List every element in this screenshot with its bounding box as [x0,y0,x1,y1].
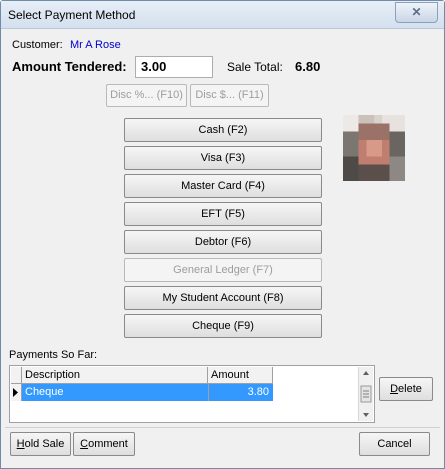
sale-total-label: Sale Total: [227,60,283,74]
hold-hotkey: H [16,438,25,450]
table-scrollbar[interactable] [358,367,373,421]
hold-sale-button[interactable]: Hold Sale [10,432,71,456]
close-button[interactable]: ✕ [395,2,438,23]
table-row-amount[interactable]: 3.80 [208,384,273,401]
comment-button[interactable]: Comment [73,432,135,456]
disc-percent-button[interactable]: Disc %... (F10) [106,84,187,107]
dialog-body: Customer: Mr A Rose Amount Tendered: 3.0… [5,29,440,463]
column-header-description[interactable]: Description [22,367,208,384]
row-header-corner [11,367,22,384]
scrollbar-arrows-icon [360,371,372,417]
customer-photo [343,115,405,181]
cancel-button[interactable]: Cancel [359,432,430,456]
debtor-button[interactable]: Debtor (F6) [124,230,322,254]
comment-label: omment [88,438,128,450]
customer-label: Customer: [12,39,63,51]
table-row-description[interactable]: Cheque [22,384,208,401]
payment-dialog: Select Payment Method ✕ Customer: Mr A R… [0,0,445,469]
visa-button[interactable]: Visa (F3) [124,146,322,170]
cash-button[interactable]: Cash (F2) [124,118,322,142]
payments-table: Description Amount Cheque 3.80 [9,365,375,423]
amount-tendered-value[interactable]: 3.00 [141,59,166,74]
delete-button[interactable]: Delete [379,377,433,401]
delete-label: elete [398,383,422,395]
cheque-button[interactable]: Cheque (F9) [124,314,322,338]
window-title: Select Payment Method [8,8,136,22]
comment-hotkey: C [80,438,89,450]
divider [5,427,440,428]
current-row-arrow-icon [13,388,18,397]
title-bar: Select Payment Method ✕ [1,1,444,29]
disc-amount-button[interactable]: Disc $... (F11) [190,84,269,107]
amount-tendered-input[interactable]: 3.00 [135,56,213,78]
row-selector[interactable] [11,384,22,401]
master-card-button[interactable]: Master Card (F4) [124,174,322,198]
general-ledger-button[interactable]: General Ledger (F7) [124,258,322,282]
hold-label: old Sale [24,438,65,450]
amount-tendered-label: Amount Tendered: [12,59,127,74]
payments-so-far-label: Payments So Far: [9,349,98,361]
customer-name: Mr A Rose [70,39,121,51]
delete-hotkey: D [390,383,399,395]
sale-total-value: 6.80 [295,59,321,74]
close-icon[interactable]: ✕ [411,5,421,19]
column-header-amount[interactable]: Amount [208,367,273,384]
my-student-account-button[interactable]: My Student Account (F8) [124,286,322,310]
eft-button[interactable]: EFT (F5) [124,202,322,226]
